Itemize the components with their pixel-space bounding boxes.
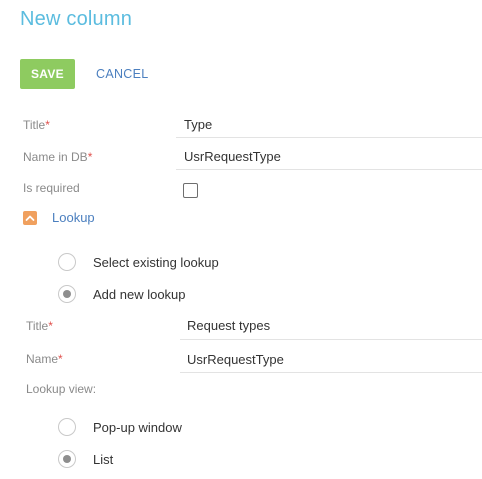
title-label-text: Title <box>23 118 46 132</box>
list-radio[interactable] <box>58 450 76 468</box>
lookup-title-label-text: Title <box>26 319 49 333</box>
lookup-collapse-toggle[interactable] <box>23 211 37 225</box>
lookup-title-underline <box>180 339 482 340</box>
name-in-db-label: Name in DB* <box>23 149 92 165</box>
chevron-up-icon <box>25 215 35 221</box>
title-field-underline <box>176 137 482 138</box>
required-mark: * <box>48 319 53 333</box>
name-in-db-underline <box>176 169 482 170</box>
save-button[interactable]: SAVE <box>20 59 75 89</box>
select-existing-lookup-label[interactable]: Select existing lookup <box>93 255 219 271</box>
required-mark: * <box>87 150 93 164</box>
required-mark: * <box>45 118 50 132</box>
popup-window-radio[interactable] <box>58 418 76 436</box>
required-mark: * <box>58 352 63 366</box>
select-existing-lookup-radio[interactable] <box>58 253 76 271</box>
add-new-lookup-radio[interactable] <box>58 285 76 303</box>
title-label: Title* <box>23 117 50 133</box>
cancel-button[interactable]: CANCEL <box>96 59 149 89</box>
popup-window-label[interactable]: Pop-up window <box>93 420 182 436</box>
lookup-name-label: Name* <box>26 351 63 367</box>
add-new-lookup-label[interactable]: Add new lookup <box>93 287 186 303</box>
name-in-db-label-text: Name in DB <box>23 150 88 164</box>
page-title: New column <box>20 8 133 30</box>
name-in-db-field[interactable]: UsrRequestType <box>184 148 281 166</box>
title-field[interactable]: Type <box>184 116 212 134</box>
is-required-checkbox[interactable] <box>183 183 198 198</box>
lookup-name-label-text: Name <box>26 352 59 366</box>
lookup-group-label[interactable]: Lookup <box>52 210 95 226</box>
lookup-view-label: Lookup view: <box>26 382 97 396</box>
lookup-name-field[interactable]: UsrRequestType <box>187 351 284 369</box>
list-label[interactable]: List <box>93 452 113 468</box>
lookup-title-field[interactable]: Request types <box>187 317 270 335</box>
lookup-name-underline <box>180 372 482 373</box>
lookup-title-label: Title* <box>26 318 53 334</box>
is-required-label: Is required <box>23 181 80 195</box>
